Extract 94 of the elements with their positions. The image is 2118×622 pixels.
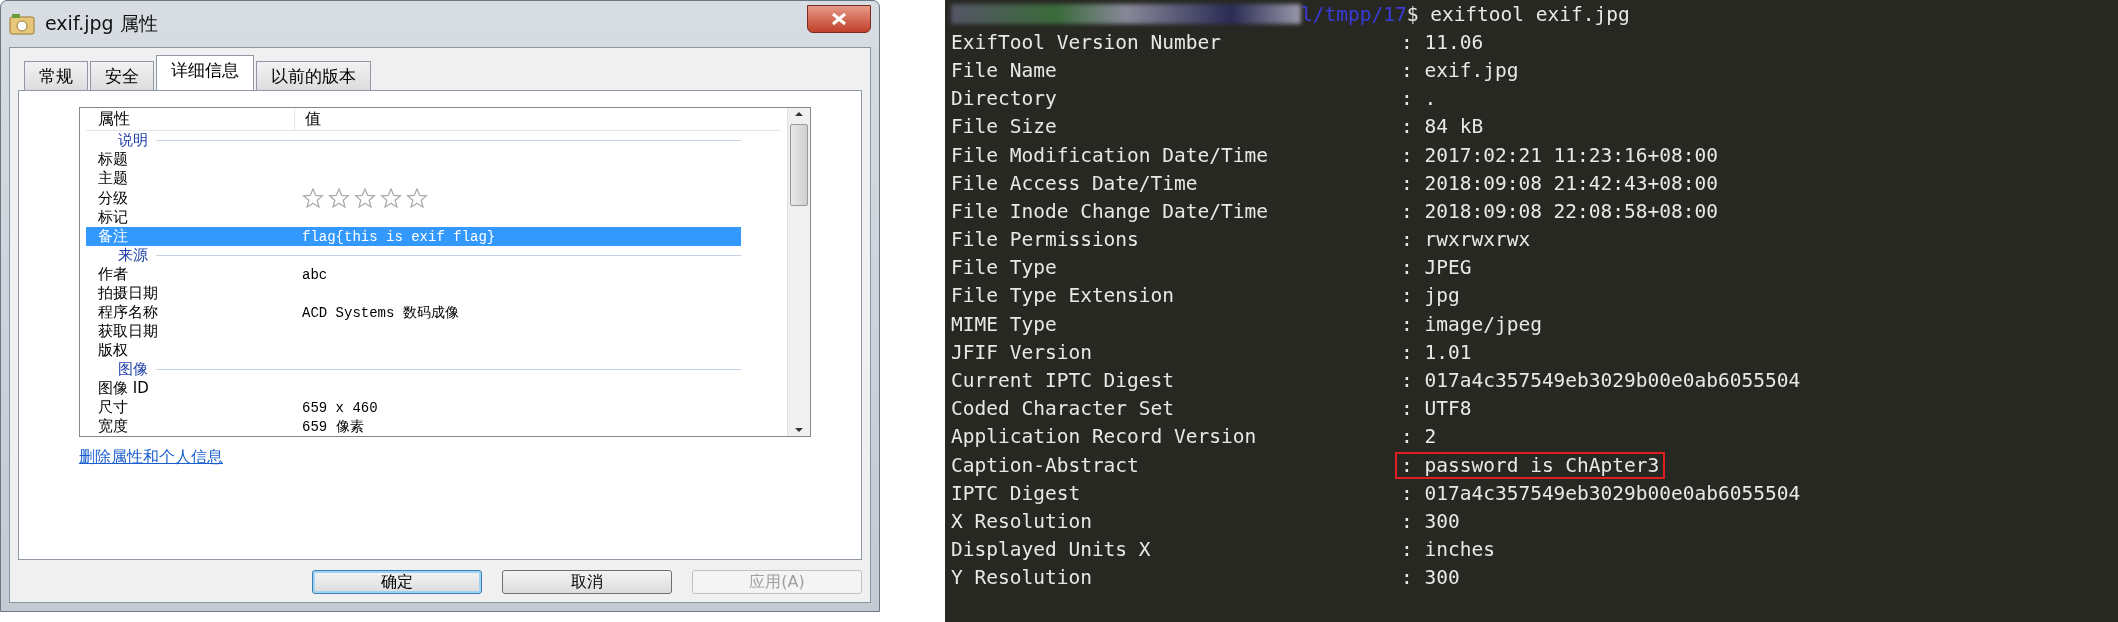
property-value: flag{this is exif flag} bbox=[302, 228, 496, 245]
property-row[interactable]: 标题 bbox=[86, 150, 741, 169]
close-icon bbox=[830, 12, 848, 26]
output-key: IPTC Digest bbox=[951, 481, 1401, 505]
output-value: : 300 bbox=[1400, 509, 1461, 533]
output-key: File Inode Change Date/Time bbox=[951, 199, 1401, 223]
output-key: File Type bbox=[951, 256, 1401, 280]
property-row[interactable]: 作者 abc bbox=[86, 265, 741, 284]
property-name: 作者 bbox=[98, 265, 129, 284]
dialog-button[interactable]: 取消 bbox=[502, 570, 672, 594]
output-value: : 1.01 bbox=[1400, 340, 1473, 364]
output-value: : 017a4c357549eb3029b00e0ab6055504 bbox=[1400, 369, 1802, 393]
command: $ exiftool exif.jpg bbox=[1406, 2, 1630, 26]
output-value: : UTF8 bbox=[1400, 397, 1473, 421]
output-key: Current IPTC Digest bbox=[951, 369, 1401, 393]
star-icon bbox=[302, 188, 324, 208]
property-row[interactable]: 主题 bbox=[86, 169, 741, 188]
property-row[interactable]: 获取日期 bbox=[86, 322, 741, 341]
output-value: : 2018:09:08 21:42:43+08:00 bbox=[1400, 171, 1719, 195]
property-name: 分级 bbox=[98, 188, 129, 208]
tab[interactable]: 安全 bbox=[90, 61, 154, 90]
property-name: 版权 bbox=[98, 341, 129, 360]
property-row[interactable]: 图像 ID bbox=[86, 379, 741, 398]
property-name: 获取日期 bbox=[98, 322, 159, 341]
property-value: 659 像素 bbox=[302, 417, 364, 436]
output-key: File Name bbox=[951, 58, 1401, 82]
output-value: : 300 bbox=[1400, 566, 1461, 590]
output-key: Y Resolution bbox=[951, 566, 1401, 590]
output-value: : exif.jpg bbox=[1400, 58, 1520, 82]
property-row[interactable]: 尺寸 659 x 460 bbox=[86, 398, 741, 417]
remove-properties-link[interactable]: 删除属性和个人信息 bbox=[79, 447, 223, 468]
property-value: 659 x 460 bbox=[302, 399, 378, 416]
star-icon bbox=[354, 188, 376, 208]
property-name: 主题 bbox=[98, 169, 129, 188]
output-value: : 84 kB bbox=[1400, 115, 1485, 139]
property-row[interactable]: 标记 bbox=[86, 208, 741, 227]
output-key: Displayed Units X bbox=[951, 538, 1401, 562]
output-value: : jpg bbox=[1400, 284, 1461, 308]
property-value: ACD Systems 数码成像 bbox=[302, 303, 459, 322]
property-name: 图像 ID bbox=[98, 379, 150, 398]
output-value: : 2017:02:21 11:23:16+08:00 bbox=[1400, 143, 1719, 167]
output-key: ExifTool Version Number bbox=[951, 30, 1401, 54]
image-file-icon bbox=[9, 13, 35, 35]
output-value: : image/jpeg bbox=[1400, 312, 1543, 336]
column-header[interactable]: 值 bbox=[295, 108, 781, 130]
output-value: : inches bbox=[1400, 538, 1496, 562]
scroll-thumb[interactable] bbox=[790, 124, 808, 206]
tab[interactable]: 以前的版本 bbox=[256, 61, 371, 90]
property-name: 宽度 bbox=[98, 417, 129, 436]
tab[interactable]: 常规 bbox=[24, 61, 88, 90]
property-row[interactable]: 分级 bbox=[86, 188, 741, 208]
property-name: 备注 bbox=[98, 227, 129, 246]
property-name: 标记 bbox=[98, 208, 129, 227]
prompt-path: l/tmpp/17 bbox=[1301, 2, 1407, 26]
output-value: : 11.06 bbox=[1400, 30, 1485, 54]
column-header[interactable]: 属性 bbox=[86, 108, 295, 130]
output-key: JFIF Version bbox=[951, 340, 1401, 364]
output-key: File Permissions bbox=[951, 228, 1401, 252]
output-key: X Resolution bbox=[951, 509, 1401, 533]
dialog-button[interactable]: 确定 bbox=[312, 570, 482, 594]
output-value: : JPEG bbox=[1400, 256, 1473, 280]
output-key: File Access Date/Time bbox=[951, 171, 1401, 195]
scrollbar[interactable] bbox=[787, 108, 810, 436]
output-value: : 2018:09:08 22:08:58+08:00 bbox=[1400, 199, 1719, 223]
output-value: : 017a4c357549eb3029b00e0ab6055504 bbox=[1400, 481, 1802, 505]
output-key: Application Record Version bbox=[951, 425, 1401, 449]
property-value: abc bbox=[302, 266, 328, 283]
star-icon bbox=[380, 188, 402, 208]
tab[interactable]: 详细信息 bbox=[156, 55, 254, 90]
rating-stars[interactable] bbox=[302, 188, 428, 208]
group-heading: 图像 bbox=[118, 360, 148, 379]
property-row[interactable]: 拍摄日期 bbox=[86, 284, 741, 303]
close-button[interactable] bbox=[807, 5, 871, 33]
output-value: : . bbox=[1400, 87, 1438, 111]
output-key: File Size bbox=[951, 115, 1401, 139]
property-row[interactable]: 宽度 659 像素 bbox=[86, 417, 741, 436]
output-key: Directory bbox=[951, 87, 1401, 111]
star-icon bbox=[328, 188, 350, 208]
output-key: Coded Character Set bbox=[951, 397, 1401, 421]
star-icon bbox=[406, 188, 428, 208]
property-name: 尺寸 bbox=[98, 398, 129, 417]
group-heading: 来源 bbox=[118, 246, 148, 265]
output-key: MIME Type bbox=[951, 312, 1401, 336]
property-row[interactable]: 版权 bbox=[86, 341, 741, 360]
property-row[interactable]: 程序名称 ACD Systems 数码成像 bbox=[86, 303, 741, 322]
property-name: 拍摄日期 bbox=[98, 284, 159, 303]
group-heading: 说明 bbox=[118, 131, 148, 150]
output-value: : rwxrwxrwx bbox=[1400, 228, 1532, 252]
output-key: File Type Extension bbox=[951, 284, 1401, 308]
output-value: : 2 bbox=[1400, 425, 1438, 449]
window-title: exif.jpg 属性 bbox=[45, 11, 159, 36]
output-key: File Modification Date/Time bbox=[951, 143, 1401, 167]
property-name: 程序名称 bbox=[98, 303, 159, 322]
property-name: 标题 bbox=[98, 150, 129, 169]
